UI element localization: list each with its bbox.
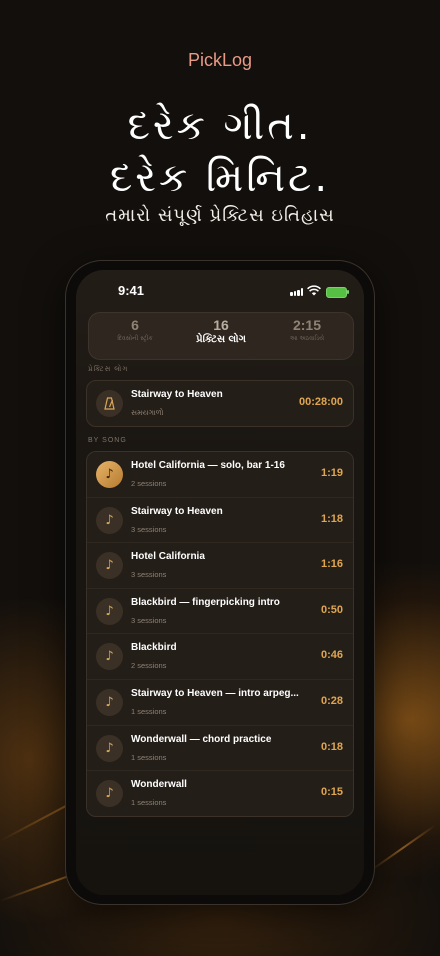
music-note-icon: ♪ bbox=[96, 688, 123, 716]
song-title: Blackbird — fingerpicking intro bbox=[131, 596, 280, 608]
by-song-section-title: BY SONG bbox=[88, 437, 127, 444]
headline-line-1: દરેક ગીત. bbox=[127, 103, 313, 149]
song-sessions: 2 sessions bbox=[131, 479, 167, 488]
song-sessions: 2 sessions bbox=[131, 661, 167, 671]
stat-label: પ્રેક્ટિસ લોગ bbox=[196, 334, 246, 345]
song-sessions: 1 sessions bbox=[131, 752, 167, 762]
headline: દરેક ગીત. દરેક મિનિટ. bbox=[0, 100, 440, 204]
music-note-icon: ♪ bbox=[96, 461, 123, 488]
song-row[interactable]: ♪ Wonderwall — chord practice 1 sessions… bbox=[87, 724, 353, 771]
subheadline: તમારો સંપૂર્ણ પ્રેક્ટિસ ઇતિહાસ bbox=[105, 205, 335, 226]
song-sessions: 3 sessions bbox=[131, 570, 167, 580]
item-title: Stairway to Heaven bbox=[131, 389, 223, 400]
practice-log-section-title: પ્રેક્ટિસ લોગ bbox=[88, 366, 129, 373]
wifi-icon bbox=[307, 285, 321, 296]
phone-screen: 9:41 6 દિવસોની સ્ટ્રીક 16 પ્રેક્ટિસ લોગ … bbox=[76, 270, 364, 895]
music-note-icon: ♪ bbox=[96, 506, 123, 534]
stats-bar: 6 દિવસોની સ્ટ્રીક 16 પ્રેક્ટિસ લોગ 2:15 … bbox=[88, 312, 354, 360]
song-sessions: 3 sessions bbox=[131, 524, 167, 534]
song-title: Wonderwall — chord practice bbox=[131, 733, 272, 745]
phone-frame: 9:41 6 દિવસોની સ્ટ્રીક 16 પ્રેક્ટિસ લોગ … bbox=[66, 261, 374, 904]
status-bar: 9:41 bbox=[76, 270, 364, 314]
headline-line-2: દરેક મિનિટ. bbox=[109, 155, 331, 201]
song-row[interactable]: ♪ Blackbird — fingerpicking intro 3 sess… bbox=[87, 587, 353, 634]
song-duration: 0:46 bbox=[320, 649, 343, 662]
song-title: Stairway to Heaven — intro arpeg... bbox=[131, 687, 299, 699]
brand-name: PickLog bbox=[187, 50, 253, 70]
song-title: Stairway to Heaven bbox=[131, 505, 223, 517]
battery-icon bbox=[326, 287, 349, 298]
song-duration: 1:16 bbox=[320, 558, 343, 571]
song-row[interactable]: ♪ Hotel California 3 sessions 1:16 bbox=[87, 542, 353, 588]
music-note-icon: ♪ bbox=[96, 552, 123, 580]
music-note-icon: ♪ bbox=[96, 643, 123, 671]
stat-this-week[interactable]: 2:15 આ અઠવાડિયે bbox=[263, 317, 351, 343]
stat-practice-log[interactable]: 16 પ્રેક્ટિસ લોગ bbox=[177, 317, 265, 345]
song-row[interactable]: ♪ Blackbird 2 sessions 0:46 bbox=[87, 633, 353, 679]
song-duration: 0:18 bbox=[320, 740, 343, 753]
item-duration: 00:28:00 bbox=[298, 396, 343, 408]
songs-list: ♪ Hotel California — solo, bar 1-16 2 se… bbox=[86, 451, 354, 817]
song-duration: 1:19 bbox=[320, 467, 343, 479]
song-row[interactable]: ♪ Stairway to Heaven 3 sessions 1:18 bbox=[87, 496, 353, 543]
music-note-icon: ♪ bbox=[96, 597, 123, 625]
song-duration: 0:15 bbox=[320, 786, 343, 799]
stat-value: 6 bbox=[131, 317, 139, 333]
song-duration: 0:50 bbox=[320, 603, 343, 616]
song-sessions: 1 sessions bbox=[131, 798, 167, 808]
song-title: Hotel California — solo, bar 1-16 bbox=[131, 460, 285, 471]
music-note-icon: ♪ bbox=[96, 734, 123, 762]
practice-log-card: Stairway to Heaven સમયગાળો 00:28:00 bbox=[86, 380, 354, 427]
song-title: Blackbird bbox=[131, 642, 177, 654]
practice-log-item[interactable]: Stairway to Heaven સમયગાળો 00:28:00 bbox=[87, 381, 353, 426]
metronome-icon bbox=[96, 390, 123, 417]
song-sessions: 3 sessions bbox=[131, 615, 167, 625]
item-subtitle: સમયગાળો bbox=[131, 408, 164, 417]
stat-value: 2:15 bbox=[292, 317, 322, 333]
stat-streak[interactable]: 6 દિવસોની સ્ટ્રીક bbox=[91, 317, 179, 343]
song-duration: 1:18 bbox=[320, 512, 343, 525]
song-row[interactable]: ♪ Hotel California — solo, bar 1-16 2 se… bbox=[87, 452, 353, 497]
song-title: Hotel California bbox=[131, 551, 205, 563]
song-row[interactable]: ♪ Stairway to Heaven — intro arpeg... 1 … bbox=[87, 678, 353, 725]
stat-label: આ અઠવાડિયે bbox=[289, 335, 325, 342]
status-time: 9:41 bbox=[118, 283, 145, 298]
stat-label: દિવસોની સ્ટ્રીક bbox=[117, 335, 153, 342]
song-title: Wonderwall bbox=[131, 779, 187, 791]
stat-value: 16 bbox=[213, 317, 229, 333]
song-sessions: 1 sessions bbox=[131, 706, 167, 716]
music-note-icon: ♪ bbox=[96, 780, 123, 808]
song-row[interactable]: ♪ Wonderwall 1 sessions 0:15 bbox=[87, 770, 353, 816]
song-duration: 0:28 bbox=[320, 694, 343, 707]
